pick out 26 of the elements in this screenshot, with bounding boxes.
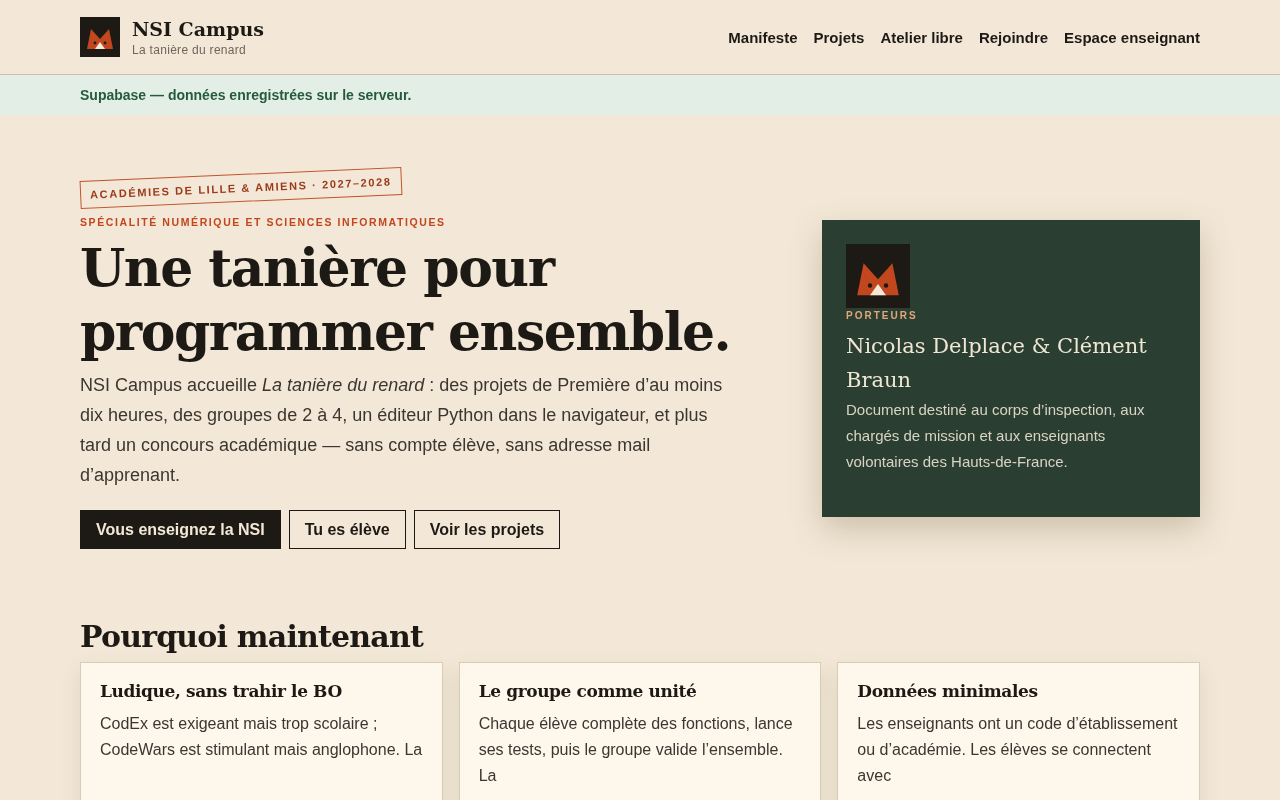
cta-button[interactable]: Vous enseignez la NSI [80,510,281,549]
site-title: NSI Campus [132,17,264,40]
status-banner: Supabase — données enregistrées sur le serveur. [0,75,1280,115]
cta-button[interactable]: Voir les projets [413,510,561,549]
section-title: Pourquoi maintenant [80,619,425,654]
nav-link[interactable]: Rejoindre [978,28,1049,46]
fox-logo-icon [846,244,910,308]
nav-link[interactable]: Manifeste [728,28,798,46]
cta-button[interactable]: Tu es élève [288,510,406,549]
eyebrow-text: SPÉCIALITÉ NUMÉRIQUE ET SCIENCES INFORMATIQUES [80,216,447,228]
hero-lead: NSI Campus accueille La tanière du renard : des projets de Première d’au moins dix heures, des groupes de 2 à 4, un éditeur Python dans le navigateur, et plus tard un concours académique — sans compte élève, sans adresse mail d’apprenant. [80,374,724,487]
fox-logo-icon [80,17,120,57]
feature-text: CodEx est exigeant mais trop scolaire ; CodeWars est stimulant mais anglophone. La [100,714,423,760]
card-title: Nicolas Delplace & Clément Braun [846,333,1148,394]
feature-text: Les enseignants ont un code d’établissement ou d’académie. Les élèves se connectent avec [857,714,1179,786]
nav-link[interactable]: Espace enseignant [1064,28,1200,46]
site-tagline: La tanière du renard [132,42,248,57]
hero-title: Une tanière pour programmer ensemble. [80,236,732,364]
nav-link[interactable]: Atelier libre [880,28,963,46]
feature-title: Le groupe comme unité [478,681,698,701]
feature-title: Données minimales [857,681,1039,701]
feature-title: Ludique, sans trahir le BO [100,681,343,701]
nav-link[interactable]: Projets [813,28,865,46]
feature-text: Chaque élève complète des fonctions, lance ses tests, puis le groupe valide l’ensemble. La [478,714,794,786]
card-label: PORTEURS [846,310,919,321]
card-text: Document destiné au corps d’inspection, aux chargés de mission et aux enseignants volontaires des Hauts-de-France. [846,400,1146,472]
